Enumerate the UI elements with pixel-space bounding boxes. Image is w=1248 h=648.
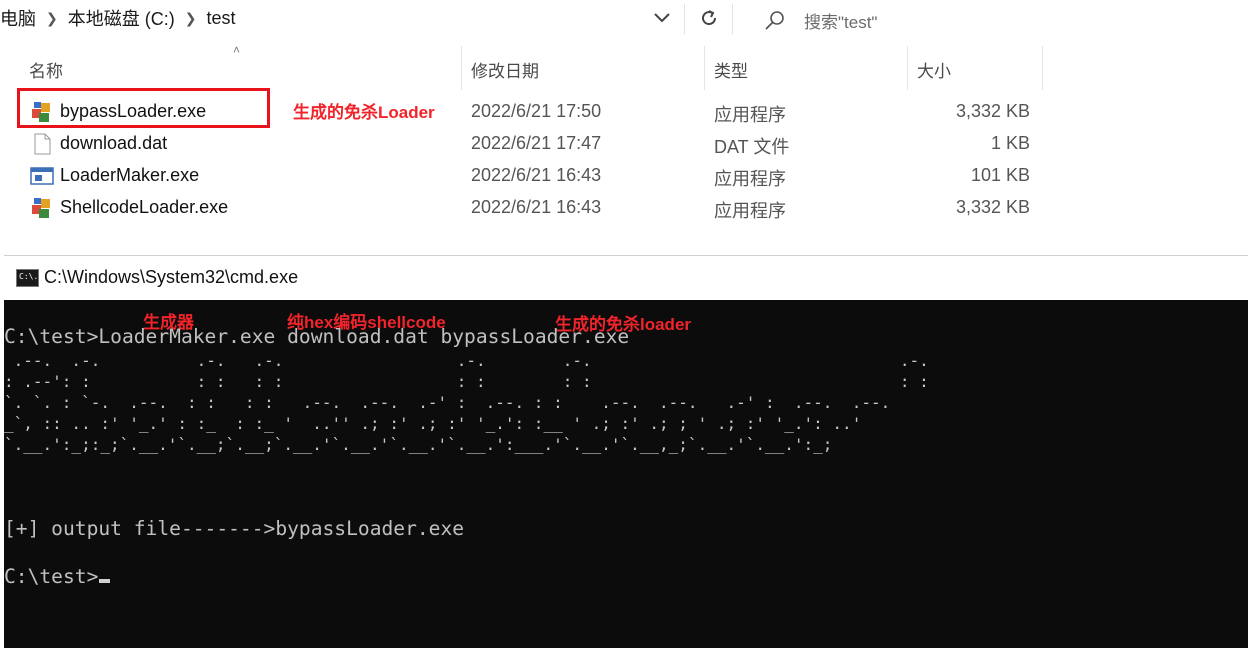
- ascii-banner-line: _`, :: .. :' '_.' : :_ : :_ ' ..'' .; :'…: [4, 414, 862, 433]
- cmd-icon-text: C:\.: [19, 272, 39, 281]
- ascii-banner-line: .--. .-. .-. .-. .-. .-. .-.: [4, 351, 929, 370]
- blank-file-icon: [34, 133, 51, 155]
- breadcrumb: 电脑 ❯ 本地磁盘 (C:) ❯ test: [0, 5, 235, 31]
- divider: [684, 4, 685, 34]
- file-date: 2022/6/21 17:47: [471, 133, 602, 153]
- column-header-type[interactable]: 类型: [714, 57, 748, 82]
- file-size: 101 KB: [970, 165, 1030, 185]
- address-history-dropdown[interactable]: [648, 6, 676, 30]
- annotation-label: 生成的免杀Loader: [293, 103, 435, 122]
- prompt-line[interactable]: C:\test>: [4, 565, 111, 588]
- column-header-date[interactable]: 修改日期: [471, 57, 539, 82]
- ascii-banner-line: : .--': : : : : : : : : : : :: [4, 372, 929, 391]
- column-header-name[interactable]: 名称: [29, 57, 63, 82]
- search-input[interactable]: 搜索"test": [746, 4, 1248, 34]
- file-type: 应用程序: [714, 201, 786, 221]
- command-line: C:\test>LoaderMaker.exe download.dat byp…: [4, 325, 630, 348]
- file-date: 2022/6/21 16:43: [471, 165, 602, 185]
- file-row[interactable]: LoaderMaker.exe 2022/6/21 16:43 应用程序 101…: [0, 160, 1040, 192]
- breadcrumb-item-test[interactable]: test: [206, 8, 235, 29]
- file-size: 1 KB: [990, 133, 1030, 153]
- divider: [732, 4, 733, 34]
- refresh-icon: [702, 10, 717, 26]
- file-name: LoaderMaker.exe: [60, 165, 200, 185]
- column-divider[interactable]: [461, 46, 462, 90]
- column-divider[interactable]: [704, 46, 705, 90]
- window-title: C:\Windows\System32\cmd.exe: [44, 267, 299, 287]
- chevron-right-icon[interactable]: ❯: [185, 10, 197, 27]
- terminal-output[interactable]: 生成器 纯hex编码shellcode 生成的免杀loader C:\test>…: [4, 299, 1248, 648]
- chevron-down-icon: [654, 13, 670, 23]
- prompt: C:\test>: [4, 565, 99, 588]
- file-type: 应用程序: [714, 105, 786, 125]
- column-divider[interactable]: [907, 46, 908, 90]
- ascii-banner: .--. .-. .-. .-. .-. .-. .-. : .--': : : …: [4, 350, 929, 455]
- search-placeholder: 搜索"test": [804, 13, 878, 32]
- breadcrumb-item-pc[interactable]: 电脑: [0, 5, 36, 31]
- file-size: 3,332 KB: [955, 101, 1030, 121]
- refresh-button[interactable]: [694, 5, 724, 31]
- file-date: 2022/6/21 16:43: [471, 197, 602, 217]
- exe-app-icon: [32, 198, 50, 218]
- sort-ascending-icon: ˄: [233, 43, 241, 57]
- search-icon: [765, 11, 784, 30]
- chevron-right-icon[interactable]: ❯: [46, 10, 58, 27]
- file-name: download.dat: [60, 133, 168, 153]
- ascii-banner-line: `.__.':_;:_;`.__.'`.__;`.__;`.__.'`.__.'…: [4, 435, 833, 454]
- file-name: ShellcodeLoader.exe: [60, 197, 229, 217]
- file-size: 3,332 KB: [955, 197, 1030, 217]
- file-row[interactable]: ShellcodeLoader.exe 2022/6/21 16:43 应用程序…: [0, 192, 1040, 224]
- text-cursor: [99, 579, 111, 583]
- cmd-icon: C:\.: [16, 269, 39, 287]
- file-type: 应用程序: [714, 169, 786, 189]
- breadcrumb-item-drive-c[interactable]: 本地磁盘 (C:): [68, 5, 175, 31]
- file-date: 2022/6/21 17:50: [471, 101, 602, 121]
- ascii-banner-line: `. `. : `-. .--. : : : : .--. .--. .-' :…: [4, 393, 891, 412]
- column-header-size[interactable]: 大小: [917, 57, 951, 82]
- highlight-rectangle: [17, 88, 270, 128]
- column-header-row: ˄ 名称 修改日期 类型 大小: [0, 43, 1248, 90]
- column-divider[interactable]: [1042, 46, 1043, 90]
- window-app-icon: [30, 167, 54, 185]
- cmd-titlebar[interactable]: C:\. C:\Windows\System32\cmd.exe: [4, 255, 1248, 300]
- cmd-window[interactable]: C:\. C:\Windows\System32\cmd.exe 生成器 纯he…: [4, 255, 1248, 648]
- file-row[interactable]: download.dat 2022/6/21 17:47 DAT 文件 1 KB: [0, 128, 1040, 160]
- file-type: DAT 文件: [714, 137, 790, 157]
- address-bar[interactable]: 电脑 ❯ 本地磁盘 (C:) ❯ test 搜索"test": [0, 0, 1248, 36]
- output-line: [+] output file------->bypassLoader.exe: [4, 517, 465, 540]
